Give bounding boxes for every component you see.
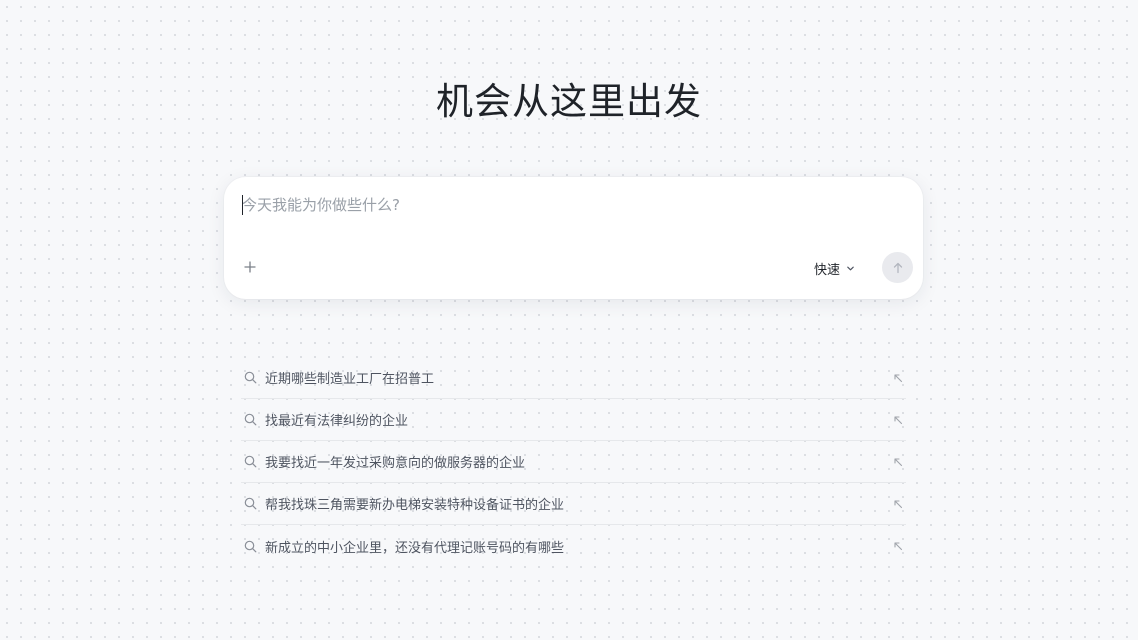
search-icon xyxy=(243,539,257,553)
suggestion-item[interactable]: 帮我找珠三角需要新办电梯安装特种设备证书的企业 xyxy=(241,483,906,525)
suggestion-list: 近期哪些制造业工厂在招普工 找最近有法律纠纷的企业 我要找近一年发过采购意向的做… xyxy=(241,357,906,567)
suggestion-label: 近期哪些制造业工厂在招普工 xyxy=(265,372,435,387)
arrow-up-left-icon[interactable] xyxy=(892,456,904,468)
plus-icon xyxy=(244,261,256,273)
search-icon xyxy=(243,497,257,511)
suggestion-label: 新成立的中小企业里，还没有代理记账号码的有哪些 xyxy=(265,540,565,556)
suggestion-item[interactable]: 我要找近一年发过采购意向的做服务器的企业 xyxy=(241,441,906,483)
suggestion-label: 帮我找珠三角需要新办电梯安装特种设备证书的企业 xyxy=(265,498,565,513)
chevron-down-icon xyxy=(847,266,854,270)
suggestion-item[interactable]: 近期哪些制造业工厂在招普工 xyxy=(241,357,906,399)
arrow-up-left-icon[interactable] xyxy=(892,414,904,426)
mode-select[interactable]: 快速 xyxy=(814,257,855,279)
arrow-up-left-icon[interactable] xyxy=(892,372,904,384)
arrow-up-left-icon[interactable] xyxy=(892,498,904,510)
send-button[interactable] xyxy=(882,252,913,283)
page-title: 机会从这里出发 xyxy=(436,80,702,123)
arrow-up-icon xyxy=(893,262,902,273)
search-icon xyxy=(243,455,257,469)
mode-select-label: 快速 xyxy=(814,262,841,278)
search-icon xyxy=(243,413,257,427)
suggestion-label: 我要找近一年发过采购意向的做服务器的企业 xyxy=(265,456,526,471)
text-caret xyxy=(242,195,243,215)
add-attachment-button[interactable] xyxy=(240,257,260,277)
suggestion-label: 找最近有法律纠纷的企业 xyxy=(265,414,409,429)
search-icon xyxy=(243,371,257,385)
suggestion-item[interactable]: 新成立的中小企业里，还没有代理记账号码的有哪些 xyxy=(241,525,906,567)
chat-input-card: 快速 xyxy=(224,177,923,299)
suggestion-item[interactable]: 找最近有法律纠纷的企业 xyxy=(241,399,906,441)
arrow-up-left-icon[interactable] xyxy=(892,540,904,552)
chat-input[interactable] xyxy=(242,191,902,219)
